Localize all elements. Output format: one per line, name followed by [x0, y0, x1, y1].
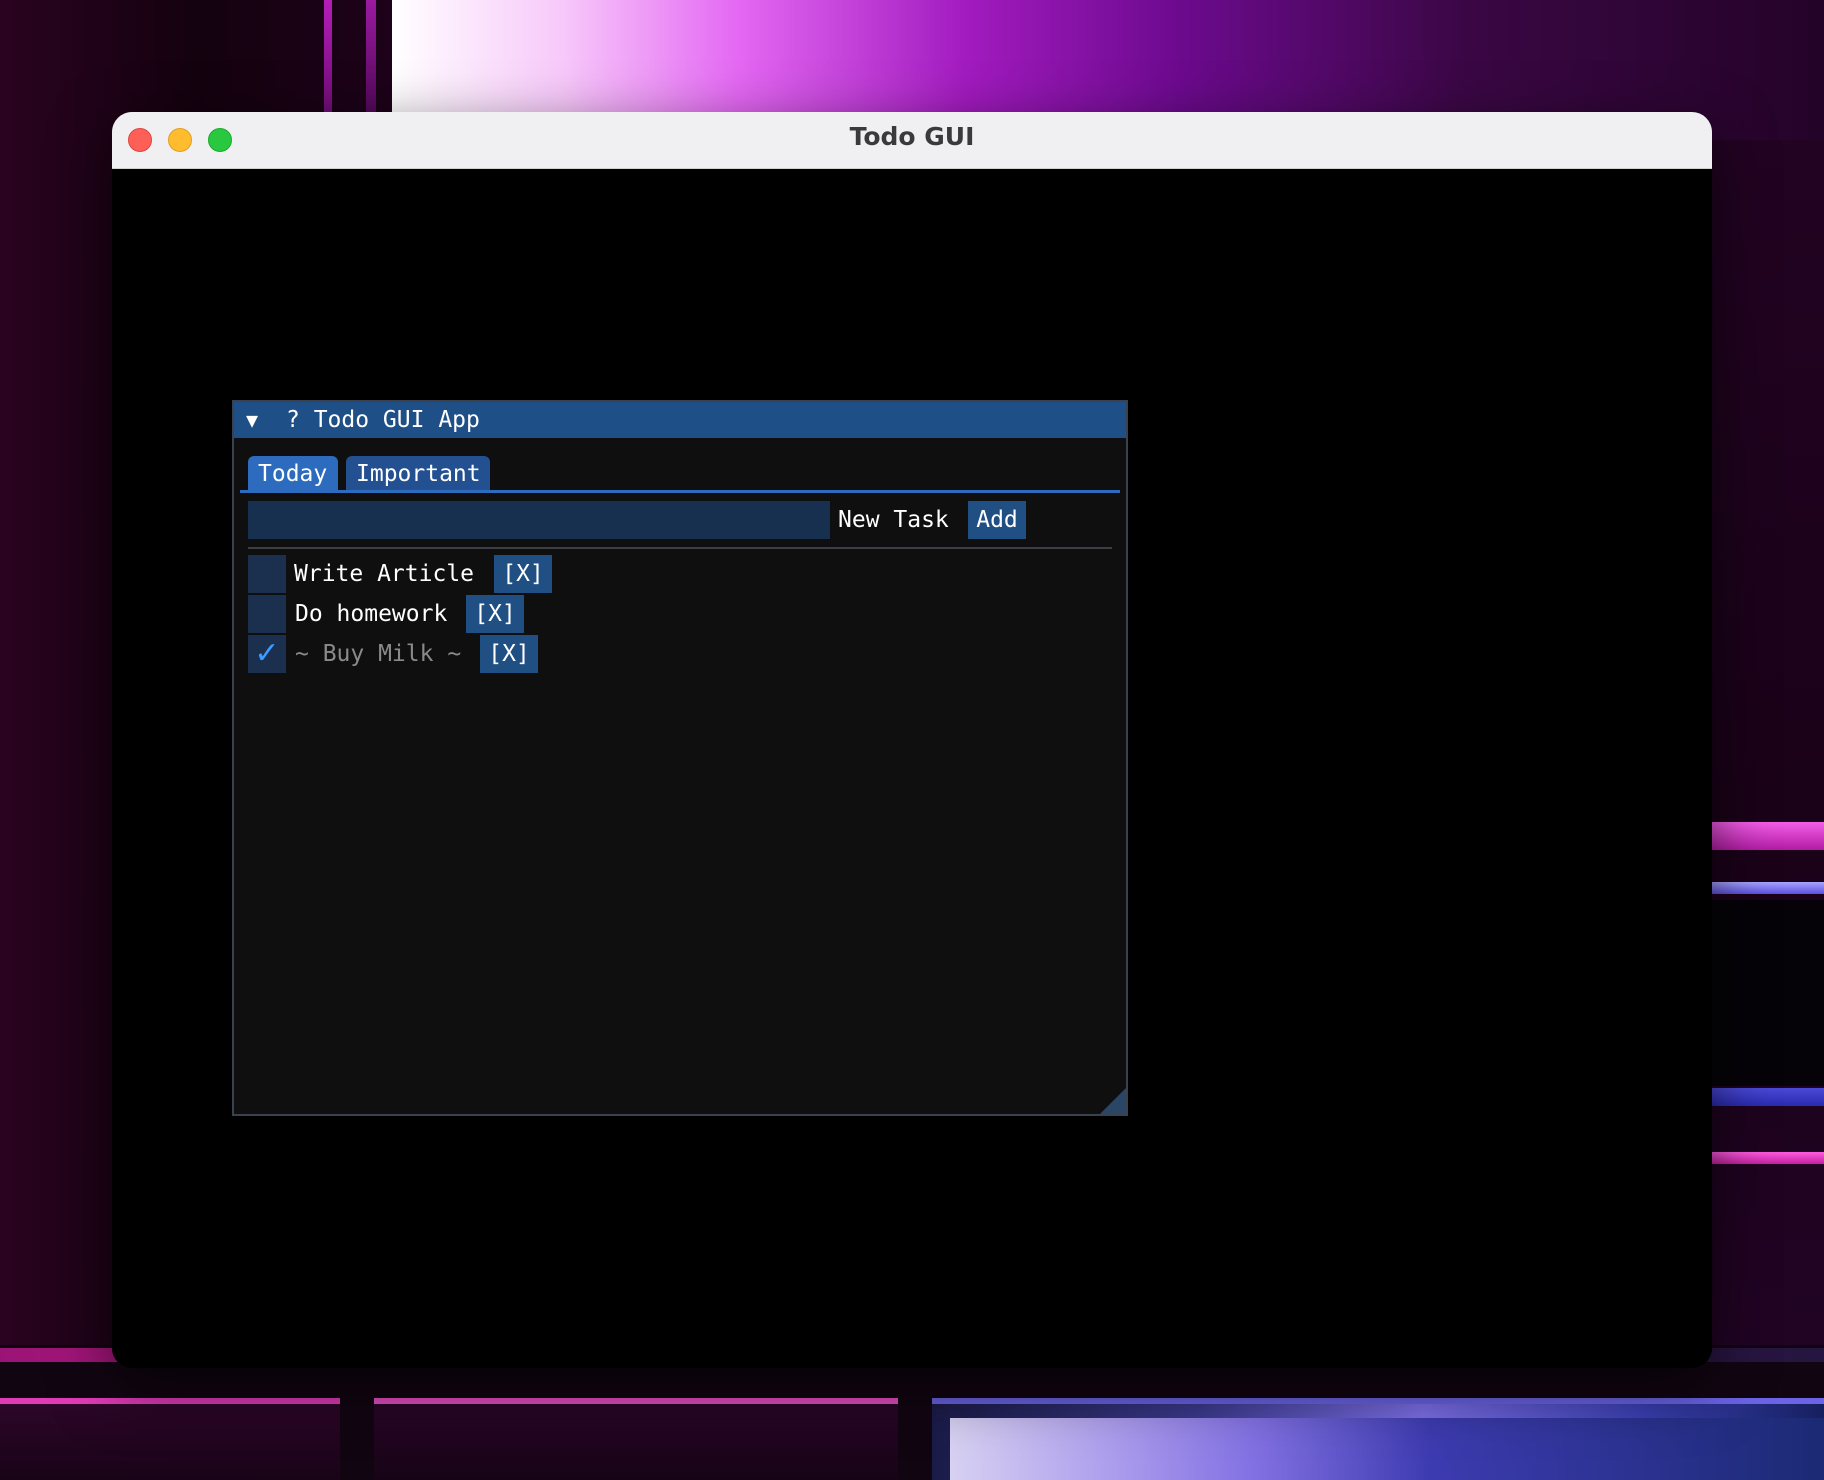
todo-panel: ▼ ? Todo GUI App Today Important New Tas… — [232, 400, 1128, 1116]
wallpaper-tile — [0, 1398, 340, 1480]
task-checkbox[interactable]: ✓ — [248, 635, 286, 673]
panel-title-bar[interactable]: ▼ ? Todo GUI App — [234, 402, 1126, 438]
wallpaper-bar — [366, 0, 376, 120]
separator — [248, 547, 1112, 549]
wallpaper-bar — [324, 0, 332, 120]
delete-task-button[interactable]: [X] — [480, 635, 538, 673]
task-checkbox[interactable] — [248, 555, 286, 593]
window-title: Todo GUI — [849, 122, 975, 151]
wallpaper-stripe — [1700, 822, 1824, 850]
triangle-down-icon[interactable]: ▼ — [246, 402, 270, 438]
new-task-label: New Task — [838, 507, 949, 533]
task-label: Write Article — [294, 561, 475, 587]
tab-underline — [240, 490, 1120, 493]
window-content: ▼ ? Todo GUI App Today Important New Tas… — [112, 169, 1712, 1368]
wallpaper-stripe — [1700, 900, 1824, 1086]
app-window: Todo GUI ▼ ? Todo GUI App Today Importan… — [112, 112, 1712, 1368]
window-titlebar[interactable]: Todo GUI — [112, 112, 1712, 169]
wallpaper-tile — [950, 1418, 1824, 1480]
new-task-input[interactable] — [248, 501, 830, 539]
delete-task-button[interactable]: [X] — [494, 555, 552, 593]
tab-today[interactable]: Today — [248, 456, 338, 490]
task-label: ~ Buy Milk ~ — [295, 641, 462, 667]
wallpaper-tile — [374, 1398, 898, 1480]
wallpaper-stripe — [1700, 1088, 1824, 1106]
panel-title: ? Todo GUI App — [286, 407, 480, 433]
add-button[interactable]: Add — [968, 501, 1026, 539]
wallpaper-stripe — [1700, 882, 1824, 894]
resize-grip[interactable] — [1100, 1088, 1126, 1114]
wallpaper-stripe — [1700, 1152, 1824, 1164]
checkmark-icon: ✓ — [254, 636, 280, 671]
task-label: Do homework — [295, 601, 448, 627]
tab-important[interactable]: Important — [346, 456, 490, 490]
task-checkbox[interactable] — [248, 595, 286, 633]
delete-task-button[interactable]: [X] — [466, 595, 524, 633]
